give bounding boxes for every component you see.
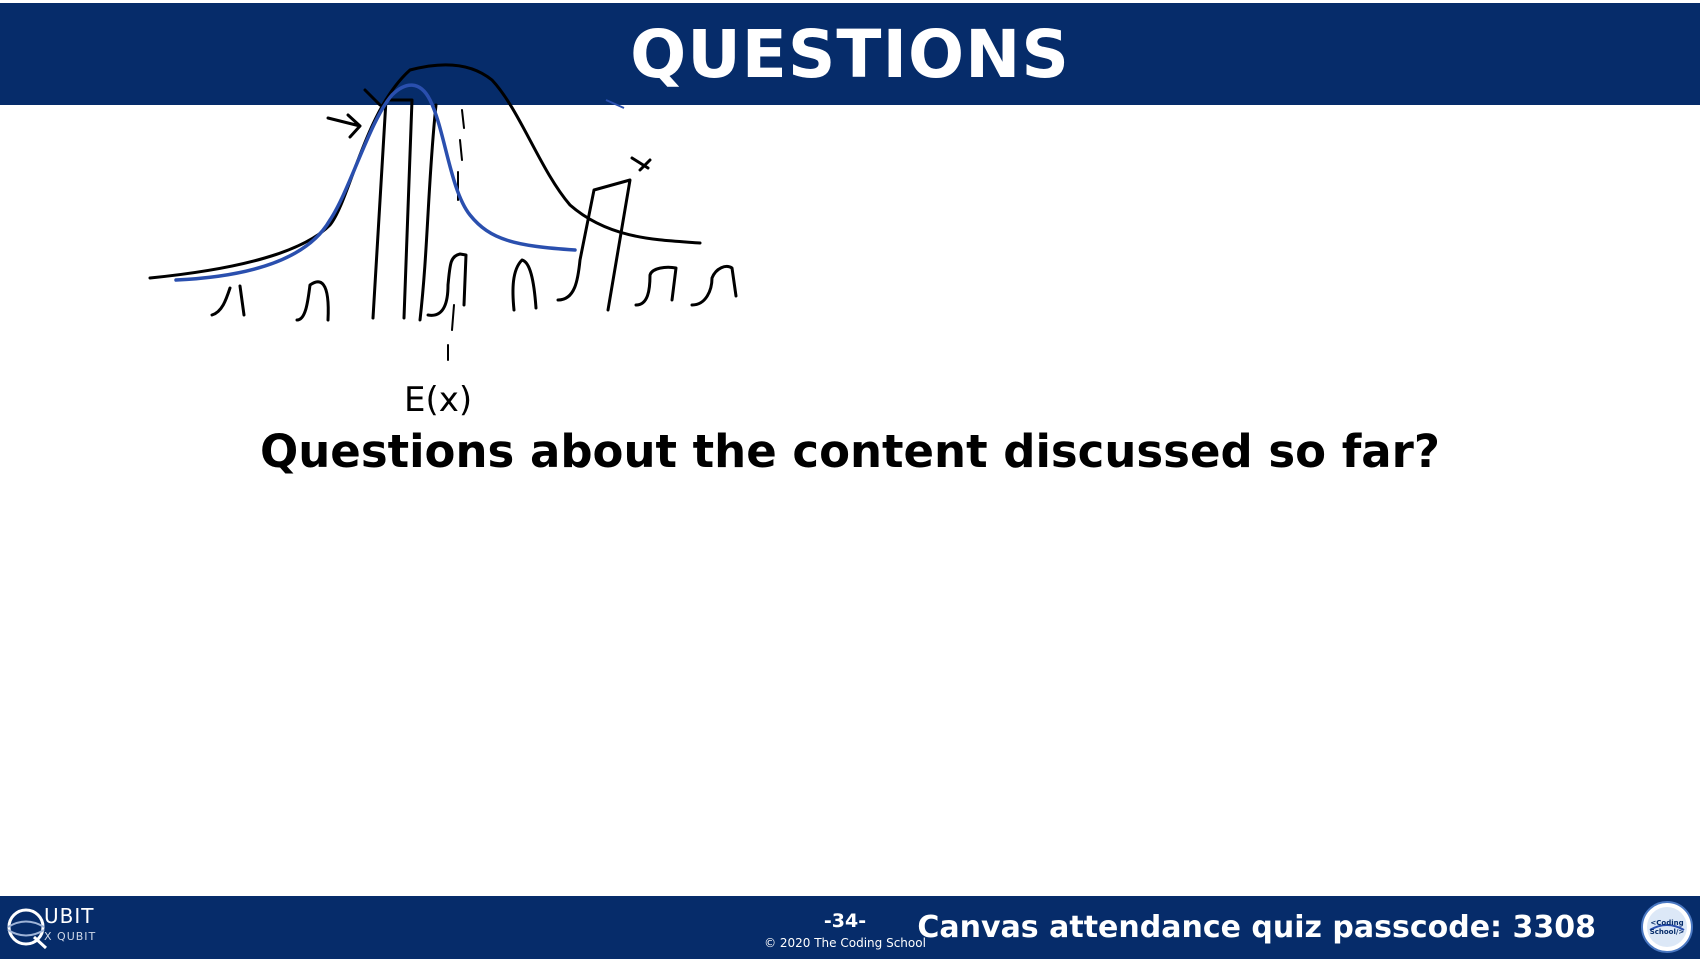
sketch-arrow-left (326, 113, 362, 139)
sketch-label: E(x) (404, 380, 472, 420)
logo-text: UBIT (44, 904, 95, 928)
sketch-bar-5 (426, 252, 468, 317)
sketch-bar-7 (556, 178, 632, 312)
sketch-tick-right (630, 156, 652, 172)
slide-title: QUESTIONS (630, 15, 1070, 93)
svg-text:School/>: School/> (1650, 928, 1685, 936)
handwritten-sketch: E(x) (148, 63, 738, 420)
attendance-passcode: Canvas attendance quiz passcode: 3308 (917, 910, 1596, 945)
sketch-mean-line (447, 109, 465, 361)
sketch-bar-2 (295, 280, 330, 322)
sketch-bar-4 (418, 103, 438, 322)
sketch-blue-curve (174, 83, 577, 282)
sketch-bar-8 (634, 265, 678, 307)
slide-footer: UBIT X QUBIT -34- © 2020 The Coding Scho… (0, 896, 1700, 959)
page-number: -34- (823, 910, 867, 932)
sketch-bar-9 (690, 264, 738, 307)
coding-school-badge-icon: <Coding School/> (1641, 901, 1693, 953)
question-text: Questions about the content discussed so… (260, 425, 1440, 478)
sketch-bar-6 (511, 258, 538, 312)
svg-text:<Coding: <Coding (1650, 919, 1683, 927)
sketch-bar-1 (210, 284, 246, 317)
logo-subtext: X QUBIT (44, 930, 97, 943)
slide-header: QUESTIONS (0, 3, 1700, 105)
sketch-bar-3 (371, 98, 414, 320)
